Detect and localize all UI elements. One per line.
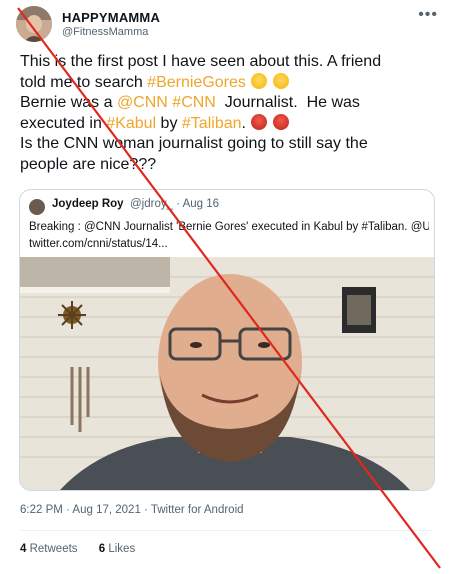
- quoted-author-name[interactable]: Joydeep Roy: [52, 198, 124, 210]
- mention-link[interactable]: @CNN: [117, 94, 168, 111]
- quoted-link[interactable]: twitter.com/cnni/status/14...: [29, 236, 429, 253]
- flushed-face-emoji-icon: [251, 72, 268, 89]
- tweet-card: HAPPYMAMMA @FitnessMamma ••• This is the…: [0, 0, 452, 574]
- tweet-text-line: Bernie was a @CNN #CNN Journalist. He wa…: [20, 93, 440, 114]
- quoted-tweet[interactable]: Joydeep Roy @jdroy_ · Aug 16 Breaking : …: [19, 189, 435, 491]
- tweet-text-line: people are nice???: [20, 155, 157, 173]
- angry-face-emoji-icon: [272, 113, 289, 130]
- author-avatar[interactable]: [16, 6, 52, 42]
- quoted-tweet-text: Breaking : @CNN Journalist 'Bernie Gores…: [29, 219, 429, 252]
- likes-stat[interactable]: 6 Likes: [99, 543, 135, 555]
- likes-label: Likes: [105, 543, 136, 555]
- tweet-timestamp[interactable]: 6:22 PM · Aug 17, 2021 · Twitter for And…: [20, 504, 244, 516]
- tweet-text: This is the first post I have seen about…: [20, 52, 440, 175]
- hashtag-link[interactable]: #Taliban: [182, 115, 242, 132]
- quoted-author-handle: @jdroy_ · Aug 16: [130, 198, 220, 210]
- divider: [20, 530, 432, 531]
- tweet-text-line: This is the first post I have seen about…: [20, 53, 382, 70]
- hashtag-link[interactable]: #CNN: [172, 94, 216, 111]
- author-handle[interactable]: @FitnessMamma: [62, 26, 148, 38]
- text-fragment: by: [156, 114, 182, 132]
- text-fragment: told me to search: [20, 73, 148, 91]
- retweets-label: Retweets: [26, 543, 78, 555]
- text-fragment: executed in: [20, 114, 107, 132]
- author-avatar-image: [16, 6, 52, 42]
- hashtag-link[interactable]: #Kabul: [106, 115, 156, 132]
- retweets-stat[interactable]: 4 Retweets: [20, 543, 78, 555]
- surprised-face-emoji-icon: [272, 72, 289, 89]
- tweet-stats: 4 Retweets 6 Likes: [20, 543, 153, 555]
- text-fragment: Bernie was a: [20, 94, 117, 111]
- tweet-text-line: Is the CNN woman journalist going to sti…: [20, 135, 368, 152]
- angry-face-emoji-icon: [251, 113, 268, 130]
- more-horizontal-icon[interactable]: •••: [418, 6, 438, 24]
- quoted-author-avatar[interactable]: [29, 199, 45, 215]
- tweet-text-line: told me to search #BernieGores: [20, 72, 440, 94]
- hashtag-link[interactable]: #BernieGores: [147, 74, 246, 91]
- text-fragment: Journalist. He was: [215, 94, 360, 111]
- tweet-text-line: executed in #Kabul by #Taliban.: [20, 113, 440, 135]
- quoted-tweet-photo[interactable]: [20, 257, 434, 490]
- author-display-name[interactable]: HAPPYMAMMA: [62, 10, 160, 25]
- quoted-text-line: Breaking : @CNN Journalist 'Bernie Gores…: [29, 221, 429, 233]
- text-fragment: .: [241, 114, 246, 132]
